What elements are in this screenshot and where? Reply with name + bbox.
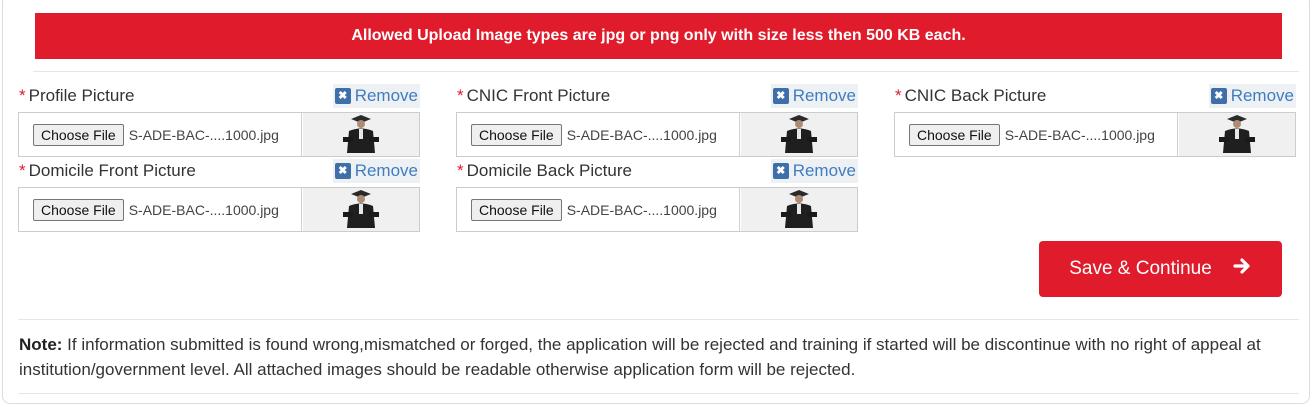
file-input-box: Choose File S-ADE-BAC-....1000.jpg — [456, 187, 858, 232]
graduate-photo-icon — [741, 188, 857, 231]
upload-info-banner: Allowed Upload Image types are jpg or pn… — [35, 13, 1282, 59]
remove-label: Remove — [792, 161, 856, 180]
note-label: Note: — [19, 335, 63, 354]
close-icon: ✖ — [334, 163, 351, 179]
divider — [18, 319, 1299, 320]
required-mark: * — [895, 86, 902, 105]
field-label: * CNIC Back Picture — [895, 86, 1046, 106]
file-input[interactable]: Choose File S-ADE-BAC-....1000.jpg — [19, 188, 302, 231]
upload-field-profile-picture: * Profile Picture ✖ Remove Choose File S-… — [18, 84, 420, 160]
remove-button[interactable]: ✖ Remove — [770, 84, 858, 108]
file-input[interactable]: Choose File S-ADE-BAC-....1000.jpg — [457, 188, 740, 231]
upload-field-cnic-front-picture: * CNIC Front Picture ✖ Remove Choose File… — [456, 84, 858, 160]
label-text: CNIC Back Picture — [904, 86, 1047, 105]
file-input-box: Choose File S-ADE-BAC-....1000.jpg — [18, 112, 420, 157]
remove-button[interactable]: ✖ Remove — [770, 159, 858, 183]
file-name: S-ADE-BAC-....1000.jpg — [566, 201, 717, 218]
upload-field-domicile-front-picture: * Domicile Front Picture ✖ Remove Choose … — [18, 159, 420, 235]
file-input[interactable]: Choose File S-ADE-BAC-....1000.jpg — [457, 113, 740, 156]
choose-file-button[interactable]: Choose File — [471, 198, 562, 221]
banner-text: Allowed Upload Image types are jpg or pn… — [351, 27, 966, 44]
divider — [33, 71, 1299, 72]
graduate-photo-icon — [303, 188, 419, 231]
choose-file-button[interactable]: Choose File — [33, 198, 124, 221]
remove-button[interactable]: ✖ Remove — [1208, 84, 1296, 108]
field-label: * CNIC Front Picture — [457, 86, 610, 106]
file-input-box: Choose File S-ADE-BAC-....1000.jpg — [894, 112, 1296, 157]
required-mark: * — [457, 86, 464, 105]
close-icon: ✖ — [772, 88, 789, 104]
note-body: If information submitted is found wrong,… — [19, 335, 1261, 379]
close-icon: ✖ — [334, 88, 351, 104]
save-button-label: Save & Continue — [1069, 258, 1212, 279]
note-text: Note: If information submitted is found … — [19, 332, 1289, 382]
required-mark: * — [19, 86, 26, 105]
file-name: S-ADE-BAC-....1000.jpg — [128, 201, 279, 218]
label-text: Domicile Front Picture — [28, 161, 196, 180]
graduate-photo-icon — [1179, 113, 1295, 156]
label-text: Profile Picture — [28, 86, 135, 105]
choose-file-button[interactable]: Choose File — [33, 123, 124, 146]
remove-label: Remove — [354, 161, 418, 180]
remove-label: Remove — [792, 86, 856, 105]
field-label: * Domicile Back Picture — [457, 161, 632, 181]
label-text: CNIC Front Picture — [466, 86, 611, 105]
remove-button[interactable]: ✖ Remove — [332, 84, 420, 108]
required-mark: * — [457, 161, 464, 180]
upload-field-cnic-back-picture: * CNIC Back Picture ✖ Remove Choose File … — [894, 84, 1296, 160]
graduate-photo-icon — [303, 113, 419, 156]
upload-field-domicile-back-picture: * Domicile Back Picture ✖ Remove Choose F… — [456, 159, 858, 235]
file-name: S-ADE-BAC-....1000.jpg — [1004, 126, 1155, 143]
remove-label: Remove — [1230, 86, 1294, 105]
field-label: * Profile Picture — [19, 86, 134, 106]
divider — [18, 393, 1299, 394]
close-icon: ✖ — [1210, 88, 1227, 104]
file-input-box: Choose File S-ADE-BAC-....1000.jpg — [18, 187, 420, 232]
field-label: * Domicile Front Picture — [19, 161, 196, 181]
choose-file-button[interactable]: Choose File — [909, 123, 1000, 146]
file-input-box: Choose File S-ADE-BAC-....1000.jpg — [456, 112, 858, 157]
choose-file-button[interactable]: Choose File — [471, 123, 562, 146]
file-input[interactable]: Choose File S-ADE-BAC-....1000.jpg — [895, 113, 1178, 156]
label-text: Domicile Back Picture — [466, 161, 632, 180]
remove-label: Remove — [354, 86, 418, 105]
graduate-photo-icon — [741, 113, 857, 156]
arrow-right-icon — [1232, 256, 1252, 282]
save-continue-button[interactable]: Save & Continue — [1039, 241, 1282, 297]
required-mark: * — [19, 161, 26, 180]
remove-button[interactable]: ✖ Remove — [332, 159, 420, 183]
file-name: S-ADE-BAC-....1000.jpg — [128, 126, 279, 143]
close-icon: ✖ — [772, 163, 789, 179]
file-input[interactable]: Choose File S-ADE-BAC-....1000.jpg — [19, 113, 302, 156]
file-name: S-ADE-BAC-....1000.jpg — [566, 126, 717, 143]
